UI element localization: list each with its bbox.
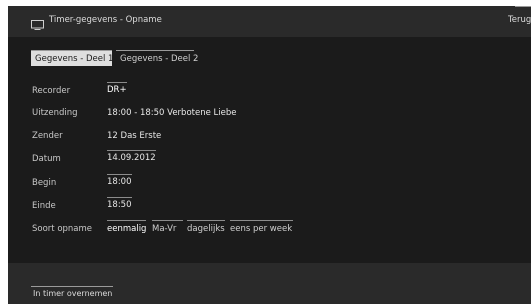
page-title: Timer-gegevens - Opname — [49, 15, 162, 25]
tv-icon — [31, 15, 44, 34]
tab-details-part-1[interactable]: Gegevens - Deel 1 — [31, 50, 113, 66]
recorder-label: Recorder — [32, 86, 71, 96]
recording-type-label: Soort opname — [32, 224, 93, 234]
channel-label: Zender — [32, 131, 63, 141]
option-mon-fri[interactable]: Ma-Vr — [152, 220, 183, 234]
channel-value: 12 Das Erste — [107, 131, 162, 141]
footer-bar: In timer overnemen — [8, 263, 531, 304]
back-button[interactable]: Terug — [508, 15, 531, 25]
option-once[interactable]: eenmalig — [107, 220, 146, 234]
start-label: Begin — [32, 178, 57, 188]
recorder-field[interactable]: DR+ — [107, 82, 127, 95]
header-bar: Timer-gegevens - Opname Terug — [8, 6, 531, 37]
option-weekly[interactable]: eens per week — [230, 220, 293, 234]
tab-details-part-2[interactable]: Gegevens - Deel 2 — [116, 50, 198, 66]
timer-details-screen: Timer-gegevens - Opname Terug Gegevens -… — [8, 6, 531, 304]
start-time-field[interactable]: 18:00 — [107, 174, 132, 187]
end-time-field[interactable]: 18:50 — [107, 197, 132, 210]
option-daily[interactable]: dagelijks — [187, 220, 225, 234]
date-field[interactable]: 14.09.2012 — [107, 150, 156, 163]
date-label: Datum — [32, 154, 61, 164]
take-over-to-timer-button[interactable]: In timer overnemen — [31, 286, 113, 300]
broadcast-value: 18:00 - 18:50 Verbotene Liebe — [107, 108, 237, 118]
back-underline — [515, 6, 531, 7]
end-label: Einde — [32, 201, 56, 211]
broadcast-label: Uitzending — [32, 108, 78, 118]
